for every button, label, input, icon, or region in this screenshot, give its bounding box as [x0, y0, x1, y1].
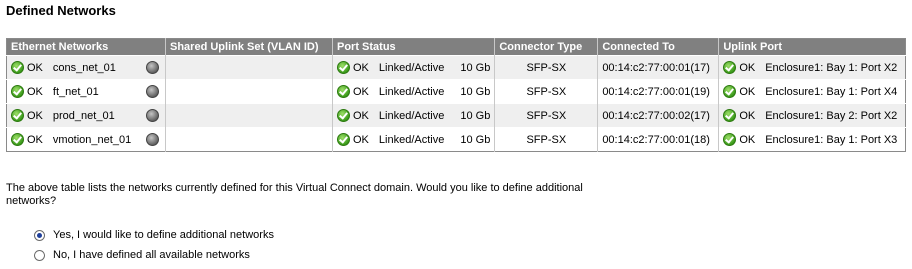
network-cell: OK prod_net_01 [6, 103, 166, 128]
link-status-text: Linked/Active [378, 109, 445, 122]
uplink-status-text: OK [739, 133, 756, 146]
table-row: OK prod_net_01 OK Linked/Active 10 Gb SF… [6, 103, 906, 128]
radio-button[interactable] [34, 249, 45, 261]
network-status-text: OK [27, 109, 43, 122]
page-title: Defined Networks [6, 3, 116, 18]
port-status-text: OK [353, 133, 369, 146]
col-header-shared-uplink-set[interactable]: Shared Uplink Set (VLAN ID) [165, 38, 333, 56]
link-speed-text: 10 Gb [460, 61, 491, 74]
network-status-text: OK [27, 85, 43, 98]
table-header-row: Ethernet Networks Shared Uplink Set (VLA… [6, 38, 906, 56]
network-name-link[interactable]: vmotion_net_01 [53, 134, 131, 146]
ok-check-icon [337, 85, 350, 98]
shared-uplink-cell [165, 127, 333, 152]
port-status-cell: OK Linked/Active 10 Gb [331, 103, 495, 128]
uplink-port-cell: OK Enclosure1: Bay 1: Port X2 [718, 55, 906, 80]
port-status-text: OK [353, 109, 369, 122]
uplink-port-cell: OK Enclosure1: Bay 2: Port X2 [718, 103, 906, 128]
ok-check-icon [11, 109, 24, 122]
uplink-port-text: Enclosure1: Bay 1: Port X3 [765, 133, 898, 146]
uplink-port-text: Enclosure1: Bay 1: Port X4 [765, 85, 898, 98]
network-details-icon[interactable] [146, 61, 159, 74]
network-details-icon[interactable] [146, 133, 159, 146]
col-header-connector-type[interactable]: Connector Type [494, 38, 598, 56]
link-speed-text: 10 Gb [460, 85, 491, 98]
network-cell: OK ft_net_01 [6, 79, 166, 104]
option-no-all-defined[interactable]: No, I have defined all available network… [34, 249, 250, 261]
col-header-ethernet-networks[interactable]: Ethernet Networks [6, 38, 166, 56]
uplink-port-cell: OK Enclosure1: Bay 1: Port X4 [718, 79, 906, 104]
shared-uplink-cell [165, 103, 333, 128]
port-status-cell: OK Linked/Active 10 Gb [331, 127, 495, 152]
ok-check-icon [723, 109, 737, 122]
network-cell: OK cons_net_01 [6, 55, 166, 80]
ok-check-icon [337, 61, 350, 74]
uplink-port-cell: OK Enclosure1: Bay 1: Port X3 [718, 127, 906, 152]
uplink-status-text: OK [739, 61, 756, 74]
network-name-link[interactable]: ft_net_01 [53, 86, 99, 98]
network-cell: OK vmotion_net_01 [6, 127, 166, 152]
ok-check-icon [11, 61, 24, 74]
connector-type-cell: SFP-SX [494, 103, 598, 128]
question-text: The above table lists the networks curre… [6, 182, 583, 207]
link-status-text: Linked/Active [378, 133, 445, 146]
option-yes-define-more[interactable]: Yes, I would like to define additional n… [34, 229, 274, 241]
ok-check-icon [723, 61, 737, 74]
ok-check-icon [11, 85, 24, 98]
network-details-icon[interactable] [146, 85, 159, 98]
connected-to-cell: 00:14:c2:77:00:01(19) [597, 79, 719, 104]
port-status-cell: OK Linked/Active 10 Gb [331, 79, 495, 104]
uplink-status-text: OK [739, 109, 756, 122]
col-header-port-status[interactable]: Port Status [331, 38, 495, 56]
network-details-icon[interactable] [146, 109, 159, 122]
connected-to-cell: 00:14:c2:77:00:01(18) [597, 127, 719, 152]
connector-type-cell: SFP-SX [494, 79, 598, 104]
uplink-port-text: Enclosure1: Bay 2: Port X2 [765, 109, 898, 122]
network-name-link[interactable]: prod_net_01 [53, 110, 115, 122]
network-status-text: OK [27, 133, 43, 146]
ok-check-icon [337, 133, 350, 146]
table-row: OK vmotion_net_01 OK Linked/Active 10 Gb… [6, 127, 906, 152]
option-label[interactable]: No, I have defined all available network… [53, 249, 250, 261]
port-status-cell: OK Linked/Active 10 Gb [331, 55, 495, 80]
shared-uplink-cell [165, 79, 333, 104]
network-name-link[interactable]: cons_net_01 [53, 62, 116, 74]
ok-check-icon [723, 133, 737, 146]
connector-type-cell: SFP-SX [494, 55, 598, 80]
connected-to-cell: 00:14:c2:77:00:02(17) [597, 103, 719, 128]
uplink-status-text: OK [739, 85, 756, 98]
ok-check-icon [337, 109, 350, 122]
link-status-text: Linked/Active [378, 61, 445, 74]
link-speed-text: 10 Gb [460, 109, 491, 122]
network-status-text: OK [27, 61, 43, 74]
connected-to-cell: 00:14:c2:77:00:01(17) [597, 55, 719, 80]
link-status-text: Linked/Active [378, 85, 445, 98]
port-status-text: OK [353, 61, 369, 74]
port-status-text: OK [353, 85, 369, 98]
networks-table: Ethernet Networks Shared Uplink Set (VLA… [6, 38, 906, 152]
shared-uplink-cell [165, 55, 333, 80]
col-header-connected-to[interactable]: Connected To [597, 38, 719, 56]
radio-button-selected[interactable] [34, 229, 45, 241]
connector-type-cell: SFP-SX [494, 127, 598, 152]
link-speed-text: 10 Gb [460, 133, 491, 146]
ok-check-icon [11, 133, 24, 146]
uplink-port-text: Enclosure1: Bay 1: Port X2 [765, 61, 898, 74]
ok-check-icon [723, 85, 737, 98]
table-row: OK cons_net_01 OK Linked/Active 10 Gb SF… [6, 55, 906, 80]
col-header-uplink-port[interactable]: Uplink Port [718, 38, 906, 56]
option-label[interactable]: Yes, I would like to define additional n… [53, 229, 274, 241]
table-row: OK ft_net_01 OK Linked/Active 10 Gb SFP-… [6, 79, 906, 104]
